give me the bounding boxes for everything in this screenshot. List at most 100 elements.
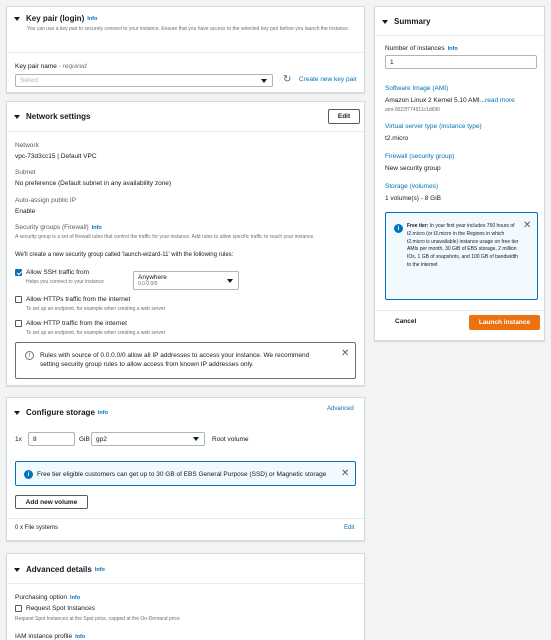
keypair-panel: Key pair (login) Info You can use a key … [6, 6, 365, 93]
network-panel: Network settings Edit Network vpc-73d3cc… [6, 101, 365, 386]
ssh-label: Allow SSH traffic from [26, 269, 90, 276]
network-value: vpc-73d3cc15 | Default VPC [15, 153, 97, 160]
divider [7, 583, 364, 584]
info-icon: i [394, 224, 403, 233]
instance-type-link[interactable]: Virtual server type (instance type) [385, 123, 482, 130]
storage-count: 1x [15, 436, 22, 443]
caret-down-icon [14, 114, 20, 119]
divider [375, 310, 544, 311]
ami-read-more-link[interactable]: read more [485, 97, 515, 104]
advanced-header[interactable]: Advanced details Info [14, 565, 105, 574]
ami-value: Amazon Linux 2 Kernel 5.10 AMI...read mo… [385, 97, 515, 104]
http-desc: To set up an endpoint, for example when … [26, 330, 166, 336]
advanced-panel: Advanced details Info Purchasing option I… [6, 553, 365, 640]
sg-warning-alert: ! Rules with source of 0.0.0.0/0 allow a… [15, 342, 356, 379]
chevron-down-icon [227, 278, 233, 283]
filesystems-edit-link[interactable]: Edit [344, 525, 354, 531]
ssh-source-value: Anywhere [138, 274, 167, 281]
storage-unit: GiB [79, 436, 90, 443]
instance-type-value: t2.micro [385, 135, 409, 142]
network-label: Network [15, 142, 39, 149]
sg-create-text: We'll create a new security group called… [15, 252, 234, 258]
http-checkbox[interactable] [15, 320, 22, 327]
ssh-checkbox[interactable] [15, 269, 22, 276]
instances-value: 1 [390, 58, 394, 66]
keypair-header[interactable]: Key pair (login) Info [14, 14, 97, 23]
iam-label: IAM instance profile Info [15, 633, 86, 640]
root-volume-label: Root volume [212, 436, 249, 443]
network-header[interactable]: Network settings [14, 112, 90, 121]
ssh-source-sub: 0.0.0.0/0 [138, 281, 158, 287]
add-volume-button[interactable]: Add new volume [15, 495, 88, 509]
divider [7, 518, 364, 519]
caret-down-icon [14, 567, 20, 572]
firewall-value: New security group [385, 165, 441, 172]
summary-title: Summary [394, 17, 431, 26]
network-title: Network settings [26, 112, 91, 121]
https-checkbox[interactable] [15, 296, 22, 303]
storage-free-tier-alert: i Free tier eligible customers can get u… [15, 461, 356, 486]
storage-advanced-link[interactable]: Advanced [327, 406, 354, 412]
divider [7, 52, 364, 53]
info-icon: i [24, 470, 33, 479]
storage-summary-value: 1 volume(s) - 8 GiB [385, 195, 441, 202]
sg-info-link[interactable]: Info [92, 225, 102, 231]
publicip-label: Auto-assign public IP [15, 197, 77, 204]
advanced-info-link[interactable]: Info [95, 567, 105, 573]
launch-instance-button[interactable]: Launch instance [469, 315, 540, 330]
keypair-desc: You can use a key pair to securely conne… [27, 26, 350, 32]
divider [375, 35, 544, 36]
keypair-info-link[interactable]: Info [87, 16, 97, 22]
close-icon[interactable]: ✕ [341, 349, 349, 359]
sg-desc: A security group is a set of firewall ru… [15, 234, 315, 240]
close-icon[interactable]: ✕ [341, 469, 349, 479]
iam-info-link[interactable]: Info [75, 634, 85, 640]
storage-info-link[interactable]: Info [98, 410, 108, 416]
ssh-source-select[interactable]: Anywhere 0.0.0.0/0 [133, 271, 239, 290]
keypair-title: Key pair (login) [26, 14, 85, 23]
storage-panel: Configure storage Info Advanced 1x 8 GiB… [6, 397, 365, 541]
close-icon[interactable]: ✕ [523, 221, 531, 231]
ami-link[interactable]: Software Image (AMI) [385, 85, 448, 92]
summary-free-tier-alert: i Free tier: In your first year includes… [385, 212, 538, 300]
volume-type-select[interactable]: gp2 [91, 432, 205, 446]
storage-size-input[interactable]: 8 [28, 432, 75, 446]
refresh-icon[interactable]: ↻ [283, 75, 291, 85]
subnet-label: Subnet [15, 169, 36, 176]
purchasing-label: Purchasing option Info [15, 594, 81, 601]
volume-type-value: gp2 [96, 435, 107, 443]
https-desc: To set up an endpoint, for example when … [26, 306, 166, 312]
ami-id: ami-0022f774911c1d690 [385, 107, 440, 113]
ssh-desc: Helps you connect to your instance [26, 279, 104, 285]
spot-checkbox[interactable] [15, 605, 22, 612]
spot-label: Request Spot Instances [26, 605, 96, 612]
subnet-value: No preference (Default subnet in any ava… [15, 180, 172, 187]
storage-title: Configure storage [26, 408, 95, 417]
filesystems-label: 0 x File systems [15, 525, 59, 531]
caret-down-icon [14, 16, 20, 21]
instances-input[interactable]: 1 [385, 55, 537, 69]
summary-header[interactable]: Summary [382, 17, 430, 26]
purchasing-info-link[interactable]: Info [70, 595, 80, 601]
sg-label: Security groups (Firewall) Info [15, 224, 102, 231]
instances-label: Number of instances Info [385, 45, 458, 52]
publicip-value: Enable [15, 208, 36, 215]
https-label: Allow HTTPs traffic from the internet [26, 296, 131, 303]
firewall-link[interactable]: Firewall (security group) [385, 153, 454, 160]
storage-header[interactable]: Configure storage Info [14, 408, 108, 417]
cancel-button[interactable]: Cancel [395, 318, 416, 325]
keypair-select[interactable]: Select [15, 74, 273, 87]
network-edit-button[interactable]: Edit [328, 109, 360, 124]
caret-down-icon [14, 410, 20, 415]
storage-free-tier-text: Free tier eligible customers can get up … [37, 471, 327, 478]
sg-warning-text: Rules with source of 0.0.0.0/0 allow all… [40, 352, 310, 369]
create-keypair-link[interactable]: Create new key pair [299, 76, 357, 83]
advanced-title: Advanced details [26, 565, 92, 574]
summary-panel: Summary Number of instances Info 1 Softwa… [374, 6, 545, 341]
chevron-down-icon [193, 437, 199, 441]
instances-info-link[interactable]: Info [448, 46, 458, 52]
divider [7, 131, 364, 132]
spot-desc: Request Spot Instances at the Spot price… [15, 616, 180, 622]
storage-summary-link[interactable]: Storage (volumes) [385, 183, 438, 190]
chevron-down-icon [261, 78, 267, 83]
